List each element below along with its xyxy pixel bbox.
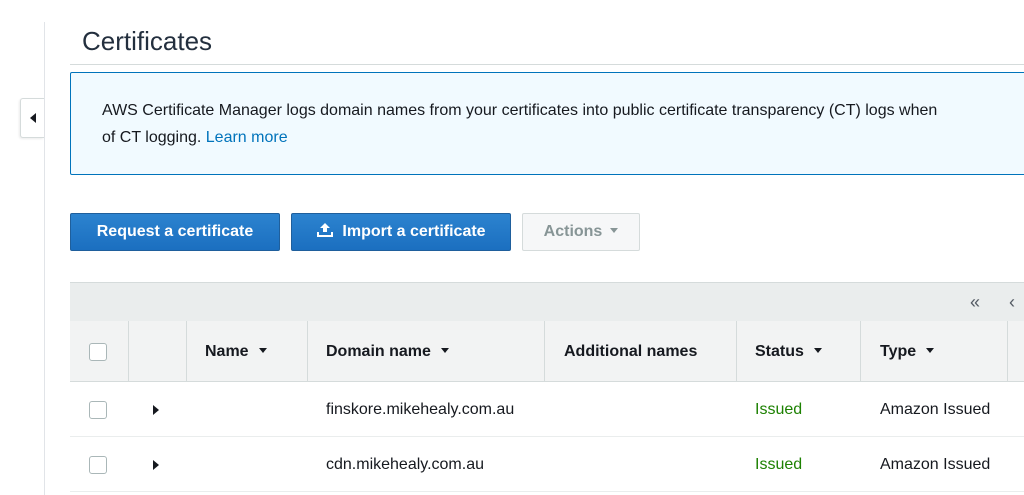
upload-icon (316, 216, 334, 237)
request-certificate-button[interactable]: Request a certificate (70, 213, 280, 251)
column-divider (860, 321, 861, 382)
actions-label: Actions (543, 223, 603, 240)
row-type-cell: Amazon Issued (880, 456, 991, 473)
column-header-status[interactable]: Status (755, 343, 822, 361)
certificates-page: Certificates AWS Certificate Manager log… (0, 0, 1024, 495)
caret-right-icon[interactable] (153, 405, 159, 415)
column-header-type[interactable]: Type (880, 343, 935, 361)
column-header-domain-name[interactable]: Domain name (326, 343, 449, 361)
ct-logging-info-banner: AWS Certificate Manager logs domain name… (70, 72, 1024, 175)
column-divider (1007, 321, 1008, 382)
column-header-name-label: Name (205, 343, 249, 360)
nav-rail-divider (44, 22, 45, 495)
column-header-additional-names-label: Additional names (564, 343, 698, 360)
previous-page-button[interactable]: ‹ (1009, 292, 1015, 313)
column-header-type-label: Type (880, 343, 917, 360)
column-header-additional-names: Additional names (564, 343, 697, 361)
column-divider (307, 321, 308, 382)
sort-caret-icon (813, 348, 822, 353)
caret-right-icon[interactable] (153, 460, 159, 470)
import-certificate-label: Import a certificate (342, 223, 486, 240)
row-checkbox[interactable] (89, 456, 107, 474)
title-divider (70, 64, 1024, 65)
info-banner-line1: AWS Certificate Manager logs domain name… (102, 102, 938, 119)
table-pagination-bar (70, 282, 1024, 322)
sort-caret-icon (926, 348, 935, 353)
column-header-name[interactable]: Name (205, 343, 267, 361)
row-domain-cell: cdn.mikehealy.com.au (326, 456, 484, 473)
row-domain-cell: finskore.mikehealy.com.au (326, 401, 515, 418)
row-status-cell: Issued (755, 401, 803, 418)
request-certificate-label: Request a certificate (96, 223, 254, 240)
info-banner-text: AWS Certificate Manager logs domain name… (102, 97, 1024, 151)
page-title: Certificates (82, 26, 213, 56)
sort-caret-icon (258, 348, 267, 353)
first-page-button[interactable]: « (970, 292, 980, 313)
import-certificate-button[interactable]: Import a certificate (291, 213, 511, 251)
learn-more-link[interactable]: Learn more (206, 129, 288, 146)
column-divider (736, 321, 737, 382)
column-divider (128, 321, 129, 382)
row-status-cell: Issued (755, 456, 803, 473)
column-header-domain-name-label: Domain name (326, 343, 431, 360)
column-divider (544, 321, 545, 382)
row-type-cell: Amazon Issued (880, 401, 991, 418)
sort-caret-icon (440, 348, 449, 353)
caret-left-icon (30, 113, 36, 123)
info-banner-line2: of CT logging. (102, 129, 202, 146)
actions-dropdown-button[interactable]: Actions (522, 213, 640, 251)
row-checkbox[interactable] (89, 401, 107, 419)
caret-down-icon (610, 228, 619, 233)
nav-collapse-toggle[interactable] (20, 98, 44, 138)
column-header-status-label: Status (755, 343, 804, 360)
column-divider (186, 321, 187, 382)
select-all-checkbox[interactable] (89, 343, 107, 361)
